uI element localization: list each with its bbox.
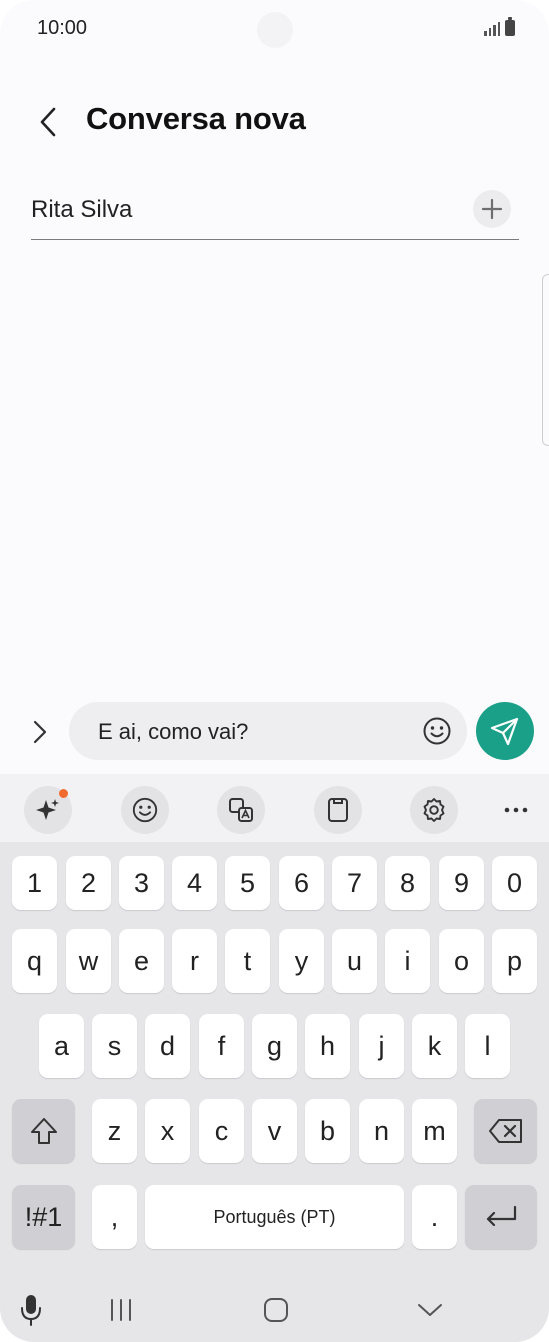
voice-input-button[interactable] (14, 1290, 48, 1330)
settings-gear-icon (423, 798, 445, 822)
key[interactable]: 2 (66, 856, 111, 910)
key[interactable]: t (225, 929, 270, 993)
key[interactable]: 7 (332, 856, 377, 910)
add-recipient-button[interactable] (473, 190, 511, 228)
status-time: 10:00 (37, 17, 88, 39)
key[interactable]: m (412, 1099, 457, 1163)
key[interactable]: c (199, 1099, 244, 1163)
key[interactable]: u (332, 929, 377, 993)
send-icon (490, 717, 519, 746)
ai-tools-button[interactable] (24, 786, 72, 834)
recent-apps-icon (111, 1299, 131, 1321)
translate-button[interactable] (217, 786, 265, 834)
key[interactable]: k (412, 1014, 457, 1078)
chevron-left-icon (40, 107, 56, 137)
key[interactable]: v (252, 1099, 297, 1163)
ai-sparkle-icon (36, 799, 59, 820)
key[interactable]: 3 (119, 856, 164, 910)
period-key[interactable]: . (412, 1185, 457, 1249)
translate-icon (229, 798, 253, 822)
emoji-icon (423, 717, 451, 745)
page-title: Conversa nova (86, 101, 306, 136)
keyboard-settings-button[interactable] (410, 786, 458, 834)
message-input[interactable]: E ai, como vai? (69, 702, 467, 760)
plus-icon (481, 198, 503, 220)
key[interactable]: b (305, 1099, 350, 1163)
key[interactable]: z (92, 1099, 137, 1163)
enter-key[interactable] (465, 1185, 537, 1249)
key[interactable]: p (492, 929, 537, 993)
key[interactable]: f (199, 1014, 244, 1078)
emoji-keyboard-button[interactable] (121, 786, 169, 834)
send-button[interactable] (476, 702, 534, 760)
space-key[interactable]: Português (PT) (145, 1185, 404, 1249)
status-icons (484, 17, 515, 36)
key[interactable]: 9 (439, 856, 484, 910)
battery-icon (505, 17, 515, 36)
emoji-icon (132, 797, 158, 823)
home-icon (264, 1298, 288, 1322)
key[interactable]: i (385, 929, 430, 993)
home-button[interactable] (256, 1290, 296, 1330)
key[interactable]: o (439, 929, 484, 993)
camera-cutout (257, 12, 293, 48)
key[interactable]: l (465, 1014, 510, 1078)
comma-key[interactable]: , (92, 1185, 137, 1249)
key[interactable]: j (359, 1014, 404, 1078)
symbols-key[interactable]: !#1 (12, 1185, 75, 1249)
key[interactable]: h (305, 1014, 350, 1078)
key[interactable]: 6 (279, 856, 324, 910)
key[interactable]: w (66, 929, 111, 993)
key[interactable]: y (279, 929, 324, 993)
recipient-name: Rita Silva (31, 196, 133, 223)
screen: 10:00 Conversa nova Rita Silva E ai, com… (0, 0, 549, 1342)
key[interactable]: 8 (385, 856, 430, 910)
notification-dot (59, 789, 68, 798)
key[interactable]: 4 (172, 856, 217, 910)
key[interactable]: q (12, 929, 57, 993)
message-text: E ai, como vai? (98, 719, 249, 744)
keyboard-toolbar (0, 774, 549, 842)
clipboard-icon (328, 798, 348, 822)
shift-key[interactable] (12, 1099, 75, 1163)
edge-panel-handle[interactable] (542, 274, 549, 446)
signal-icon (484, 20, 500, 36)
chevron-right-icon (33, 720, 47, 744)
key[interactable]: g (252, 1014, 297, 1078)
backspace-icon (488, 1119, 522, 1143)
keyboard: 1 2 3 4 5 6 7 8 9 0 q w e r t y u i o p … (0, 774, 549, 1342)
shift-icon (30, 1118, 57, 1144)
enter-icon (486, 1205, 517, 1227)
status-bar: 10:00 (0, 0, 549, 58)
back-button[interactable] (28, 100, 68, 144)
expand-options-button[interactable] (24, 712, 56, 752)
key[interactable]: n (359, 1099, 404, 1163)
chevron-down-icon (418, 1304, 442, 1316)
key[interactable]: s (92, 1014, 137, 1078)
key[interactable]: 5 (225, 856, 270, 910)
hide-keyboard-button[interactable] (410, 1290, 450, 1330)
microphone-icon (21, 1295, 41, 1326)
navigation-bar (0, 1276, 549, 1342)
emoji-button[interactable] (421, 715, 453, 747)
recipient-field[interactable]: Rita Silva (31, 184, 519, 240)
key[interactable]: e (119, 929, 164, 993)
key[interactable]: a (39, 1014, 84, 1078)
key[interactable]: d (145, 1014, 190, 1078)
backspace-key[interactable] (474, 1099, 537, 1163)
key[interactable]: r (172, 929, 217, 993)
recent-apps-button[interactable] (103, 1290, 139, 1330)
key[interactable]: 0 (492, 856, 537, 910)
clipboard-button[interactable] (314, 786, 362, 834)
key[interactable]: 1 (12, 856, 57, 910)
more-icon (504, 807, 528, 813)
key[interactable]: x (145, 1099, 190, 1163)
more-options-button[interactable] (495, 790, 537, 830)
